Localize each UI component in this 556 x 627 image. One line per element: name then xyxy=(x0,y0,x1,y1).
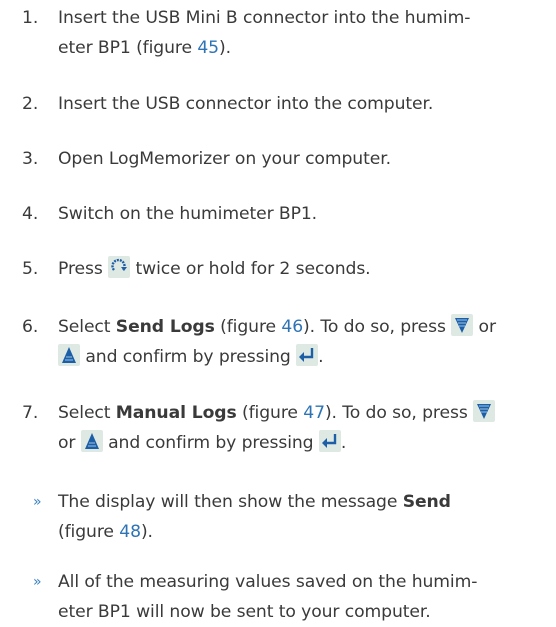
step-text: Open LogMemorizer on your computer. xyxy=(58,149,391,169)
step-number: 1. xyxy=(22,8,39,28)
note-text: All of the measuring values saved on the… xyxy=(58,572,478,622)
enter-icon xyxy=(318,430,341,452)
step-number: 5. xyxy=(22,259,39,279)
step-number: 4. xyxy=(22,204,39,224)
figure-link[interactable]: 47 xyxy=(303,403,325,423)
step-text: Press twice or hold for 2 seconds. xyxy=(58,254,550,284)
rotate-arrow-icon xyxy=(108,256,131,278)
enter-icon xyxy=(296,344,319,366)
message-name: Send xyxy=(402,492,451,512)
figure-link[interactable]: 45 xyxy=(197,38,219,58)
note-text: The display will then show the message S… xyxy=(58,492,451,542)
up-arrow-icon xyxy=(80,430,103,452)
menu-option: Send Logs xyxy=(115,317,215,337)
step-number: 2. xyxy=(22,94,39,114)
step-number: 3. xyxy=(22,149,39,169)
menu-option: Manual Logs xyxy=(115,403,237,423)
step-text: Switch on the humimeter BP1. xyxy=(58,204,318,224)
step-text: Select Manual Logs (figure 47). To do so… xyxy=(58,398,550,458)
step-number: 7. xyxy=(22,403,39,423)
figure-link[interactable]: 46 xyxy=(281,317,303,337)
step-number: 6. xyxy=(22,317,39,337)
down-arrow-icon xyxy=(451,314,474,336)
bullet-marker: » xyxy=(33,494,42,510)
up-arrow-icon xyxy=(58,344,80,366)
down-arrow-icon xyxy=(473,400,496,422)
step-text: Insert the USB Mini B connector into the… xyxy=(58,8,471,58)
bullet-marker: » xyxy=(33,574,42,590)
step-text: Select Send Logs (figure 46). To do so, … xyxy=(58,312,550,372)
figure-link[interactable]: 48 xyxy=(119,522,141,542)
step-text: Insert the USB connector into the comput… xyxy=(58,94,434,114)
